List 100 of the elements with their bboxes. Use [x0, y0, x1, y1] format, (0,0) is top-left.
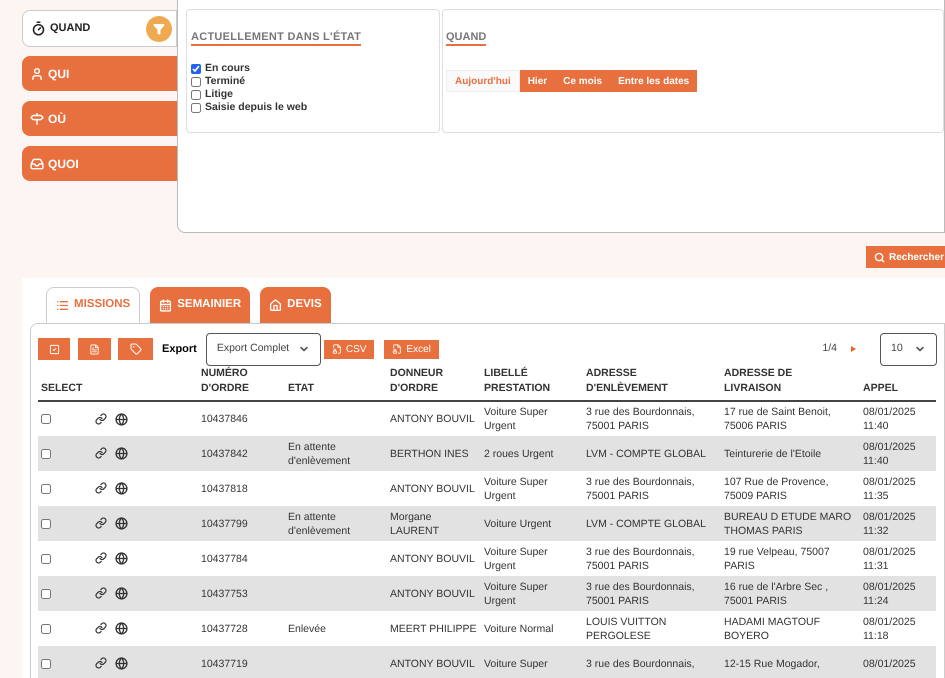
row-checkbox[interactable] [41, 588, 51, 598]
link-icon[interactable] [95, 447, 107, 459]
row-checkbox[interactable] [41, 658, 51, 668]
table-cell: BERTHON INES [390, 448, 469, 460]
export-select[interactable]: Export Complet [206, 332, 321, 366]
inbox-icon [30, 156, 44, 170]
row-checkbox[interactable] [41, 448, 51, 458]
table-cell: 12-15 Rue Mogador, [724, 658, 820, 670]
table-cell: LVM - COMPTE GLOBAL [586, 448, 706, 460]
table-cell: MEERT PHILIPPE [390, 622, 477, 634]
date-tab[interactable]: Ce mois [555, 70, 610, 92]
globe-icon[interactable] [115, 482, 128, 495]
checkbox[interactable] [191, 90, 201, 100]
table-cell: 3 rue des Bourdonnais, [586, 658, 695, 670]
link-icon[interactable] [95, 517, 107, 529]
link-icon[interactable] [95, 587, 107, 599]
table-cell: 10437784 [201, 552, 248, 564]
search-icon [874, 252, 885, 262]
sidebar-item[interactable]: QUOI [22, 146, 177, 181]
page-size-select[interactable]: 10 [880, 332, 937, 366]
checkbox[interactable] [191, 76, 201, 86]
table-cell: LVM - COMPTE GLOBAL [586, 518, 706, 530]
table-cell: LOUIS VUITTON PERGOLESE [586, 616, 666, 642]
table-cell: Enlevée [288, 622, 326, 634]
table-cell: 08/01/2025 11:32 [863, 510, 916, 536]
table-cell: ANTONY BOUVIL [390, 552, 475, 564]
sidebar-item[interactable]: OÙ [22, 101, 177, 136]
table-cell: 08/01/2025 [863, 658, 916, 670]
table-cell: 10437842 [201, 448, 248, 460]
table-cell: 19 rue Velpeau, 75007 PARIS [724, 546, 830, 572]
checkbox-label: En cours [205, 60, 250, 76]
link-icon[interactable] [95, 412, 107, 424]
globe-icon[interactable] [115, 447, 128, 460]
table-cell: 3 rue des Bourdonnais, 75001 PARIS [586, 580, 695, 606]
row-checkbox[interactable] [41, 518, 51, 528]
column-header: LIBELLÉ PRESTATION [484, 367, 550, 394]
link-icon[interactable] [95, 482, 107, 494]
table-cell: En attente d'enlèvement [288, 510, 350, 536]
section-title: ACTUELLEMENT DANS L'ÉTAT [191, 30, 362, 46]
table-cell: ANTONY BOUVIL [390, 413, 475, 425]
table-cell: 10437728 [201, 622, 248, 634]
checkbox[interactable] [191, 102, 201, 112]
row-checkbox[interactable] [41, 414, 51, 424]
table-cell: 10437846 [201, 413, 248, 425]
table-cell: HADAMI MAGTOUF BOYERO [724, 616, 820, 642]
toolbar-button[interactable] [38, 338, 70, 360]
table-cell: Teinturerie de l'Etoile [724, 448, 822, 460]
column-header: ADRESSE D'ENLÈVEMENT [586, 367, 668, 394]
table-cell: 3 rue des Bourdonnais, 75001 PARIS [586, 406, 695, 432]
document-icon [89, 344, 100, 354]
table-cell: 107 Rue de Provence, 75009 PARIS [724, 476, 828, 502]
table-cell: BUREAU D ETUDE MARO THOMAS PARIS [724, 510, 852, 536]
toolbar-button[interactable] [118, 338, 153, 360]
tag-icon [130, 343, 142, 355]
date-tab[interactable]: Aujourd'hui [446, 70, 520, 92]
search-button[interactable]: Rechercher [866, 246, 945, 268]
file-icon [392, 344, 402, 354]
globe-icon[interactable] [115, 412, 128, 426]
globe-icon[interactable] [115, 552, 128, 565]
row-checkbox[interactable] [41, 624, 51, 634]
table-cell: Voiture Super Urgent [484, 580, 548, 606]
list-icon [56, 298, 69, 312]
link-icon[interactable] [95, 657, 107, 669]
row-checkbox[interactable] [41, 554, 51, 564]
globe-icon[interactable] [115, 657, 128, 670]
tab[interactable]: SEMAINIER [150, 287, 250, 323]
table-cell: 08/01/2025 11:31 [863, 546, 916, 572]
checkbox-label: Saisie depuis le web [205, 100, 308, 115]
globe-icon[interactable] [115, 622, 128, 635]
date-tab[interactable]: Entre les dates [610, 70, 698, 92]
globe-icon[interactable] [115, 587, 128, 600]
row-checkbox[interactable] [41, 484, 51, 494]
tab[interactable]: DEVIS [260, 287, 331, 323]
export-button[interactable]: CSV [324, 340, 374, 358]
toolbar-button[interactable] [78, 338, 111, 360]
table-cell: Voiture Normal [484, 622, 554, 634]
table-cell: ANTONY BOUVIL [390, 482, 475, 494]
table-cell: 08/01/2025 11:24 [863, 580, 916, 606]
table-cell: 08/01/2025 11:40 [863, 406, 916, 432]
table-cell: Voiture Super Urgent [484, 476, 548, 502]
file-icon [332, 344, 342, 354]
table-cell: 17 rue de Saint Benoit, 75006 PARIS [724, 406, 831, 432]
next-arrow-icon[interactable] [851, 346, 856, 352]
export-button[interactable]: Excel [384, 340, 439, 358]
table-cell: 08/01/2025 11:40 [863, 440, 916, 466]
link-icon[interactable] [95, 552, 107, 564]
date-tab[interactable]: Hier [520, 70, 556, 92]
table-cell: 3 rue des Bourdonnais, 75001 PARIS [586, 546, 695, 572]
home-icon [269, 298, 282, 312]
tab[interactable]: MISSIONS [46, 287, 140, 323]
sidebar-item[interactable]: QUAND [22, 10, 177, 47]
export-label: Export [162, 342, 197, 357]
calendar-icon [159, 298, 172, 312]
filter-icon [153, 22, 165, 34]
table-cell: 10437818 [201, 482, 248, 494]
checkbox[interactable] [191, 64, 201, 74]
checkbox-label: Litige [205, 86, 233, 102]
globe-icon[interactable] [115, 517, 128, 530]
link-icon[interactable] [95, 622, 107, 634]
sidebar-item[interactable]: QUI [22, 56, 177, 91]
